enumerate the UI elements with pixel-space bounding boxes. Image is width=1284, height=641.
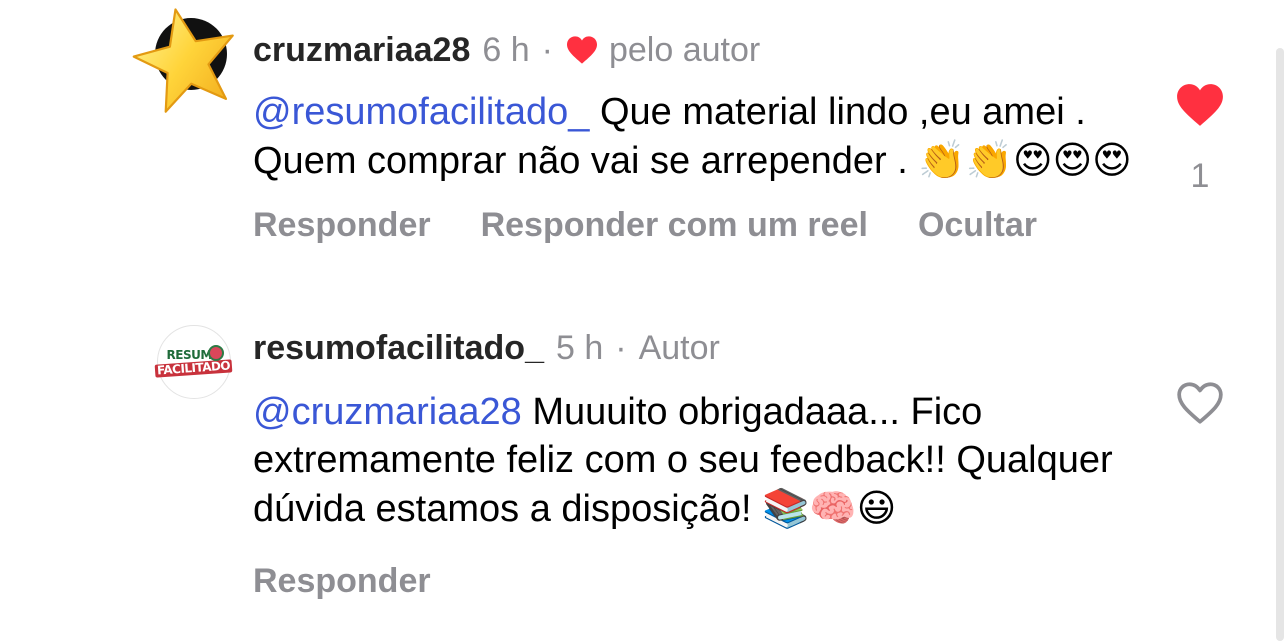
mention-link[interactable]: @resumofacilitado_ <box>253 91 589 133</box>
username[interactable]: cruzmariaa28 <box>253 30 470 70</box>
like-control: 1 <box>1170 82 1230 196</box>
emoji-sequence: 👏👏😍😍😍 <box>918 138 1132 182</box>
comment-meta: cruzmariaa28 6 h · pelo autor <box>253 30 1133 70</box>
like-control <box>1170 380 1230 426</box>
reply-button[interactable]: Responder <box>253 205 431 245</box>
hide-button[interactable]: Ocultar <box>918 205 1037 245</box>
heart-icon <box>566 36 597 64</box>
heart-filled-icon[interactable] <box>1175 82 1225 128</box>
timestamp: 5 h <box>555 329 604 367</box>
emoji-sequence: 📚🧠😃 <box>762 486 897 530</box>
comment-actions: Responder <box>253 561 1133 601</box>
separator: · <box>615 329 627 367</box>
liked-by-author-label: pelo autor <box>608 31 761 69</box>
comment-text: @cruzmariaa28 Muuuito obrigadaaa... Fico… <box>253 388 1133 533</box>
comment-body: resumofacilitado_ 5 h · Autor @cruzmaria… <box>253 328 1133 601</box>
reply-button[interactable]: Responder <box>253 561 431 601</box>
comment-meta: resumofacilitado_ 5 h · Autor <box>253 328 1133 368</box>
comment-item: cruzmariaa28 6 h · pelo autor @resumofac… <box>0 0 1284 300</box>
comment-body: cruzmariaa28 6 h · pelo autor @resumofac… <box>253 30 1133 245</box>
like-count[interactable]: 1 <box>1191 156 1210 196</box>
author-label: Autor <box>638 329 720 367</box>
avatar[interactable] <box>132 8 234 113</box>
avatar[interactable]: RESUMO FACILITADO <box>155 325 233 399</box>
separator: · <box>541 31 553 69</box>
flower-icon <box>208 345 224 361</box>
scrollbar[interactable] <box>1276 48 1284 641</box>
mention-link[interactable]: @cruzmariaa28 <box>253 391 522 433</box>
star-icon <box>132 8 234 113</box>
username[interactable]: resumofacilitado_ <box>253 328 544 368</box>
comment-actions: Responder Responder com um reel Ocultar <box>253 205 1133 245</box>
timestamp: 6 h <box>482 31 530 69</box>
logo-text-line2: FACILITADO <box>155 358 233 378</box>
reply-with-reel-button[interactable]: Responder com um reel <box>481 205 868 245</box>
comment-text: @resumofacilitado_ Que material lindo ,e… <box>253 88 1133 185</box>
comment-item: RESUMO FACILITADO resumofacilitado_ 5 h … <box>0 318 1284 641</box>
heart-outline-icon[interactable] <box>1175 380 1225 426</box>
